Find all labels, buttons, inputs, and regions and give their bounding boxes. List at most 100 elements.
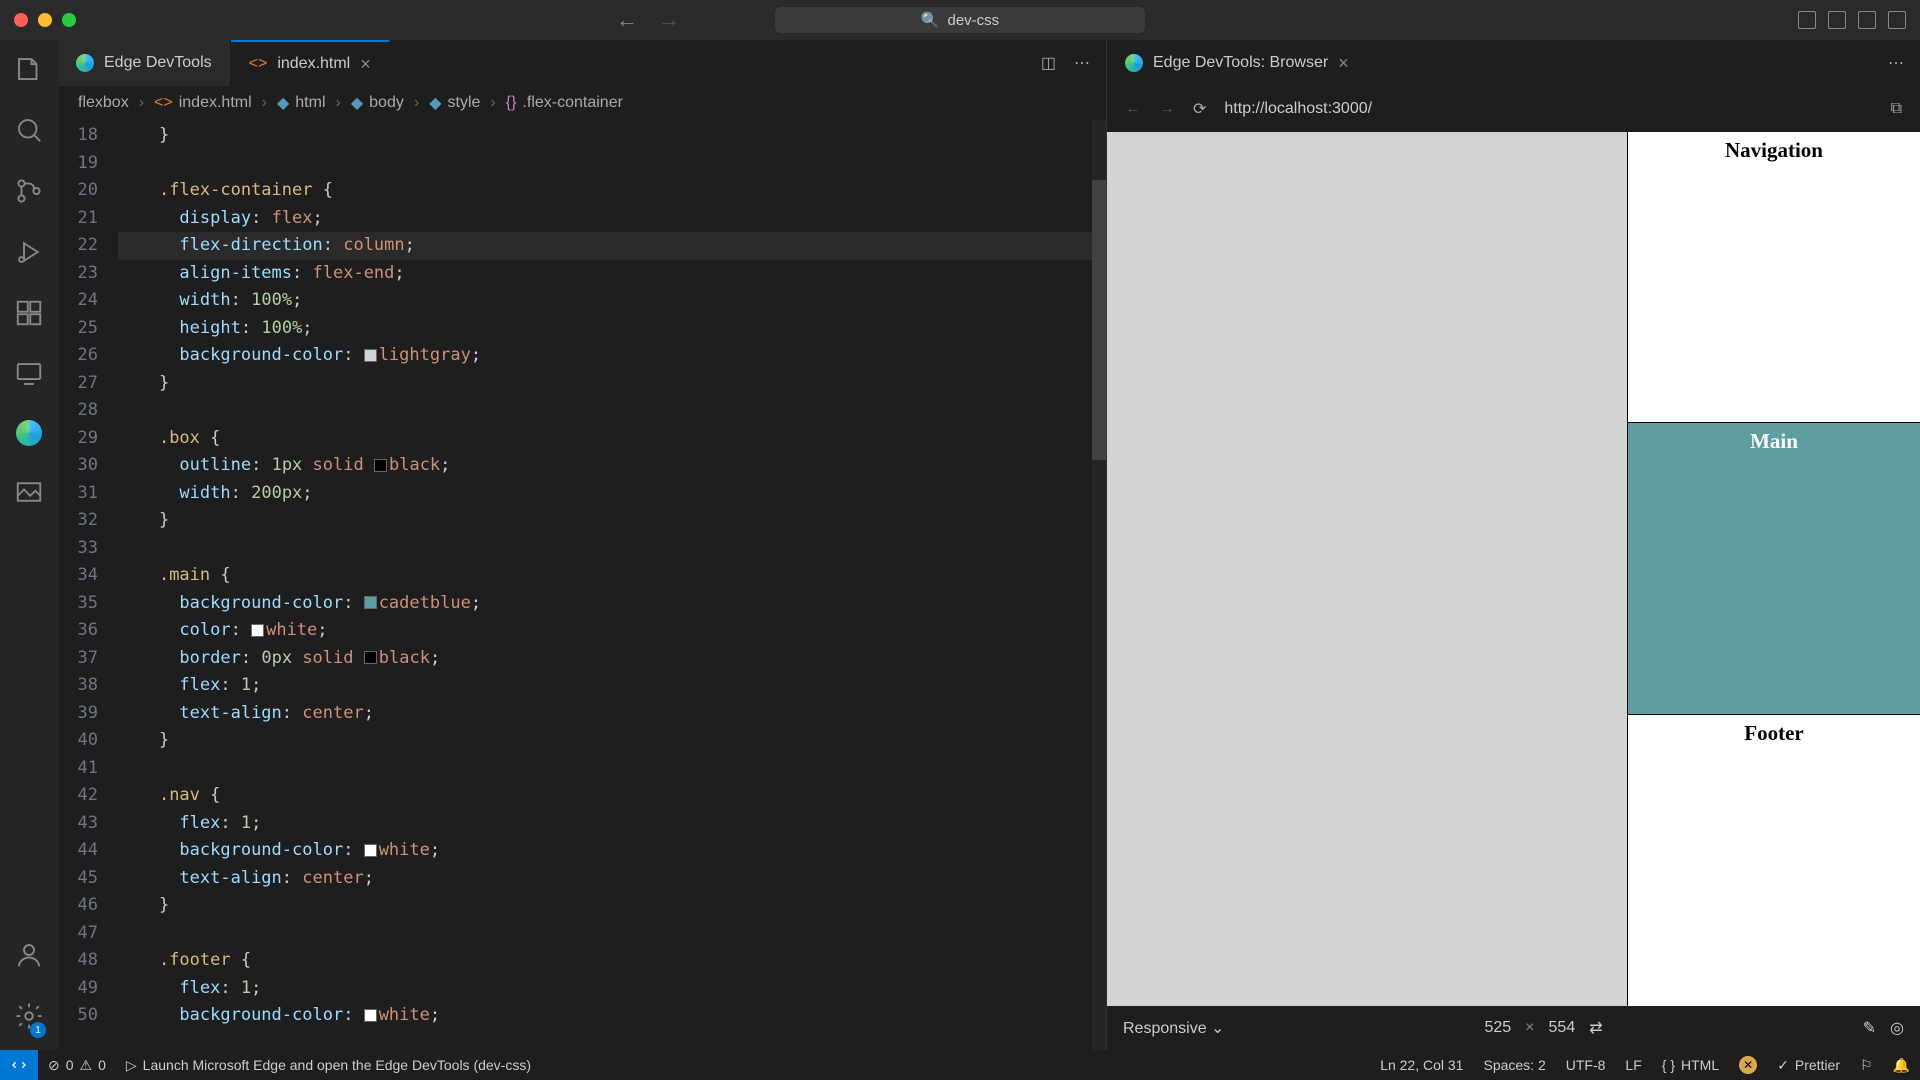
launch-devtools-button[interactable]: ▷ Launch Microsoft Edge and open the Edg…	[116, 1057, 541, 1074]
code-line[interactable]: background-color: white;	[118, 837, 1106, 865]
close-icon[interactable]: ×	[1338, 53, 1349, 74]
close-icon[interactable]: ×	[360, 54, 371, 75]
code-line[interactable]: background-color: lightgray;	[118, 342, 1106, 370]
preview-footer: Footer	[1628, 715, 1920, 1006]
eol[interactable]: LF	[1615, 1056, 1651, 1074]
open-external-icon[interactable]: ⧉	[1891, 100, 1902, 118]
magic-icon[interactable]: ✎	[1863, 1018, 1876, 1038]
url-bar[interactable]: http://localhost:3000/	[1224, 100, 1372, 118]
feedback-icon[interactable]: ⚐	[1850, 1056, 1883, 1074]
rotate-icon[interactable]: ⇄	[1589, 1018, 1602, 1038]
code-line[interactable]: text-align: center;	[118, 865, 1106, 893]
code-line[interactable]: }	[118, 727, 1106, 755]
breadcrumb-item[interactable]: ◆html	[277, 93, 326, 113]
maximize-window[interactable]	[62, 13, 76, 27]
code-line[interactable]: .main {	[118, 562, 1106, 590]
code-line[interactable]: flex: 1;	[118, 975, 1106, 1003]
breadcrumb-item[interactable]: flexbox	[78, 94, 129, 112]
minimap-thumb[interactable]	[1092, 180, 1106, 460]
settings-icon[interactable]: 1	[14, 1001, 44, 1036]
code-line[interactable]: }	[118, 892, 1106, 920]
language-mode[interactable]: { }HTML	[1652, 1056, 1729, 1074]
viewport-height[interactable]: 554	[1549, 1019, 1576, 1037]
image-icon[interactable]	[14, 477, 44, 512]
prettier-label[interactable]: ✓Prettier	[1767, 1056, 1850, 1074]
code-line[interactable]	[118, 150, 1106, 178]
forward-icon[interactable]: →	[658, 7, 680, 33]
device-dropdown[interactable]: Responsive ⌄	[1123, 1018, 1224, 1038]
problems-button[interactable]: ⊘0 ⚠0	[38, 1057, 116, 1074]
search-icon[interactable]	[14, 115, 44, 150]
source-control-icon[interactable]	[14, 176, 44, 211]
breadcrumb-item[interactable]: ◆style	[429, 93, 480, 113]
code-line[interactable]: outline: 1px solid black;	[118, 452, 1106, 480]
explorer-icon[interactable]	[14, 54, 44, 89]
tab-edge-devtools[interactable]: Edge DevTools	[58, 40, 231, 86]
split-editor-icon[interactable]: ◫	[1041, 53, 1056, 73]
code-line[interactable]: background-color: cadetblue;	[118, 590, 1106, 618]
back-icon[interactable]: ←	[616, 7, 638, 33]
extensions-icon[interactable]	[14, 298, 44, 333]
more-icon[interactable]: ⋯	[1074, 53, 1090, 73]
browser-reload-icon[interactable]: ⟳	[1193, 99, 1206, 119]
browser-forward-icon[interactable]: →	[1159, 100, 1175, 118]
code-line[interactable]: width: 100%;	[118, 287, 1106, 315]
inspect-icon[interactable]: ◎	[1890, 1018, 1904, 1038]
code-line[interactable]: width: 200px;	[118, 480, 1106, 508]
code-line[interactable]: height: 100%;	[118, 315, 1106, 343]
remote-icon[interactable]	[14, 359, 44, 394]
tab-devtools-browser[interactable]: Edge DevTools: Browser ×	[1107, 40, 1368, 86]
code-line[interactable]: color: white;	[118, 617, 1106, 645]
code-line[interactable]: flex: 1;	[118, 672, 1106, 700]
tab-label: Edge DevTools: Browser	[1153, 54, 1328, 72]
code-line[interactable]: .nav {	[118, 782, 1106, 810]
encoding[interactable]: UTF-8	[1556, 1056, 1616, 1074]
code-line[interactable]	[118, 920, 1106, 948]
code-line[interactable]: }	[118, 507, 1106, 535]
code-content[interactable]: } .flex-container { display: flex; flex-…	[118, 120, 1106, 1050]
notifications-icon[interactable]: 🔔	[1883, 1056, 1920, 1074]
code-line[interactable]: .box {	[118, 425, 1106, 453]
command-center[interactable]: 🔍 dev-css	[775, 7, 1145, 33]
code-line[interactable]: .flex-container {	[118, 177, 1106, 205]
breadcrumb-item[interactable]: {}.flex-container	[506, 94, 623, 112]
flex-container-preview: Navigation Main Footer	[1628, 132, 1920, 1006]
code-line[interactable]: background-color: white;	[118, 1002, 1106, 1030]
breadcrumbs[interactable]: flexbox› <>index.html› ◆html› ◆body› ◆st…	[58, 86, 1106, 120]
minimap[interactable]	[1092, 120, 1106, 1050]
editor-body[interactable]: 1819202122232425262728293031323334353637…	[58, 120, 1106, 1050]
viewport-width[interactable]: 525	[1484, 1019, 1511, 1037]
indentation[interactable]: Spaces: 2	[1473, 1056, 1555, 1074]
code-line[interactable]: }	[118, 122, 1106, 150]
layout-panel-right-icon[interactable]	[1858, 11, 1876, 29]
more-icon[interactable]: ⋯	[1888, 53, 1904, 73]
code-line[interactable]: .footer {	[118, 947, 1106, 975]
code-line[interactable]: text-align: center;	[118, 700, 1106, 728]
breadcrumb-item[interactable]: <>index.html	[154, 94, 252, 112]
cursor-position[interactable]: Ln 22, Col 31	[1370, 1056, 1473, 1074]
tab-actions: ⋯	[1888, 40, 1920, 86]
code-line[interactable]	[118, 755, 1106, 783]
project-name: dev-css	[948, 12, 1000, 29]
code-line[interactable]: flex-direction: column;	[118, 232, 1106, 260]
code-line[interactable]: align-items: flex-end;	[118, 260, 1106, 288]
code-line[interactable]: border: 0px solid black;	[118, 645, 1106, 673]
breadcrumb-item[interactable]: ◆body	[351, 93, 404, 113]
prettier-status[interactable]: ✕	[1729, 1056, 1767, 1074]
tab-index-html[interactable]: <> index.html ×	[231, 40, 390, 86]
code-line[interactable]	[118, 535, 1106, 563]
code-line[interactable]: }	[118, 370, 1106, 398]
browser-back-icon[interactable]: ←	[1125, 100, 1141, 118]
remote-button[interactable]	[0, 1050, 38, 1080]
layout-grid-icon[interactable]	[1888, 11, 1906, 29]
layout-panel-bottom-icon[interactable]	[1828, 11, 1846, 29]
code-line[interactable]: display: flex;	[118, 205, 1106, 233]
code-line[interactable]	[118, 397, 1106, 425]
debug-icon[interactable]	[14, 237, 44, 272]
minimize-window[interactable]	[38, 13, 52, 27]
layout-panel-left-icon[interactable]	[1798, 11, 1816, 29]
code-line[interactable]: flex: 1;	[118, 810, 1106, 838]
edge-devtools-icon[interactable]	[16, 420, 42, 451]
account-icon[interactable]	[14, 940, 44, 975]
close-window[interactable]	[14, 13, 28, 27]
